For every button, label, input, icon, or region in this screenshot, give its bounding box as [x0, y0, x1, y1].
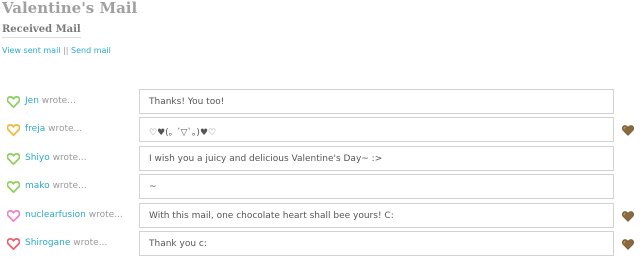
sender-line: Shirogane wrote...	[25, 238, 107, 248]
mail-row: freja wrote... ♡♥(｡ ´▽`｡)♥♡	[0, 117, 640, 144]
sender-line: mako wrote...	[25, 181, 87, 191]
sender-name-link[interactable]: nuclearfusion	[25, 210, 86, 220]
message-box: Thanks! You too!	[139, 89, 614, 114]
chocolate-heart-icon[interactable]	[622, 239, 634, 250]
sender-name-link[interactable]: mako	[25, 181, 50, 191]
sender-line: Shiyo wrote...	[25, 153, 87, 163]
link-separator: ||	[63, 46, 69, 55]
wrote-label: wrote...	[48, 124, 83, 134]
mail-row: Shiyo wrote... I wish you a juicy and de…	[0, 146, 640, 173]
view-sent-mail-link[interactable]: View sent mail	[2, 46, 61, 55]
wrote-label: wrote...	[88, 210, 123, 220]
mail-row: Shirogane wrote... Thank you c:	[0, 231, 640, 258]
chocolate-heart-icon[interactable]	[622, 125, 634, 136]
heart-icon	[7, 238, 20, 250]
message-box: With this mail, one chocolate heart shal…	[139, 203, 614, 228]
sender-name-link[interactable]: Shiyo	[25, 153, 50, 163]
page-title: Valentine's Mail	[2, 0, 138, 17]
wrote-label: wrote...	[52, 181, 87, 191]
mail-row: Jen wrote... Thanks! You too!	[0, 89, 640, 116]
message-box: Thank you c:	[139, 231, 614, 256]
message-box: ♡♥(｡ ´▽`｡)♥♡	[139, 117, 614, 142]
heart-icon	[7, 124, 20, 136]
heart-icon	[7, 210, 20, 222]
send-mail-link[interactable]: Send mail	[71, 46, 111, 55]
sender-line: Jen wrote...	[25, 96, 76, 106]
sender-name-link[interactable]: Shirogane	[25, 238, 70, 248]
wrote-label: wrote...	[73, 238, 108, 248]
mail-row: nuclearfusion wrote... With this mail, o…	[0, 203, 640, 230]
sender-line: freja wrote...	[25, 124, 82, 134]
wrote-label: wrote...	[52, 153, 87, 163]
section-heading: Received Mail	[2, 24, 81, 38]
mail-row: mako wrote... ~	[0, 174, 640, 201]
sender-name-link[interactable]: freja	[25, 124, 45, 134]
message-box: I wish you a juicy and delicious Valenti…	[139, 146, 614, 171]
message-box: ~	[139, 174, 614, 199]
mail-nav-links: View sent mail || Send mail	[2, 46, 111, 55]
heart-icon	[7, 96, 20, 108]
sender-line: nuclearfusion wrote...	[25, 210, 123, 220]
chocolate-heart-icon[interactable]	[622, 211, 634, 222]
heart-icon	[7, 181, 20, 193]
wrote-label: wrote...	[41, 96, 76, 106]
sender-name-link[interactable]: Jen	[25, 96, 39, 106]
heart-icon	[7, 153, 20, 165]
